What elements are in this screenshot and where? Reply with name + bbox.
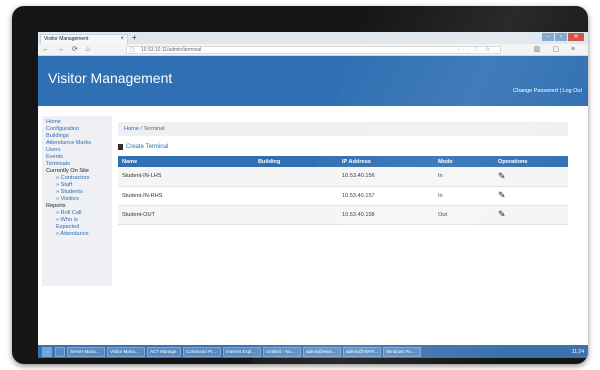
app-header: Visitor Management Change Password | Log… <box>38 56 588 106</box>
new-tab-button[interactable]: + <box>132 33 137 42</box>
sidebar-item-contractors[interactable]: » Contractors <box>46 175 108 182</box>
sidebar-item-configuration[interactable]: Configuration <box>46 126 108 133</box>
column-header-mode[interactable]: Mode <box>434 156 494 167</box>
document-icon <box>118 144 123 150</box>
edit-pencil-icon[interactable]: ✎ <box>498 209 506 219</box>
header-links: Change Password | Log Out <box>513 88 582 94</box>
taskbar-item[interactable]: admin@VM-R... <box>343 346 381 357</box>
cell-building <box>254 167 338 187</box>
sidebar-item-roll-call[interactable]: » Roll Call <box>46 210 108 217</box>
cell-ip: 10.53.40.156 <box>338 167 434 187</box>
sidebar: Home Configuration Buildings Attendance … <box>42 116 112 286</box>
app-title: Visitor Management <box>48 70 173 86</box>
breadcrumb-current: Terminal <box>143 126 165 132</box>
sidebar-item-events[interactable]: Events <box>46 154 108 161</box>
table-row: Student-IN-LHS 10.53.40.156 In ✎ <box>118 167 568 187</box>
change-password-link[interactable]: Change Password <box>513 88 558 94</box>
cell-mode: In <box>434 186 494 206</box>
cell-building <box>254 186 338 206</box>
tab-title: Visitor Management <box>44 36 89 42</box>
column-header-building[interactable]: Building <box>254 156 338 167</box>
address-actions-icon[interactable]: ··· ♡ ☆ <box>458 46 492 53</box>
tablet-device: Visitor Management × + – ▫ ✕ ← → ⟳ ⌂ ▢ 1… <box>12 6 588 364</box>
minimize-button[interactable]: – <box>542 33 554 41</box>
sidebar-item-terminals[interactable]: Terminals <box>46 161 108 168</box>
column-header-name[interactable]: Name <box>118 156 254 167</box>
sidebar-item-home[interactable]: Home <box>46 119 108 126</box>
sidebar-item-students[interactable]: » Students <box>46 189 108 196</box>
cell-ip: 10.53.40.158 <box>338 205 434 225</box>
column-header-operations: Operations <box>494 156 568 167</box>
taskbar-item[interactable]: ACT Manage <box>147 346 181 357</box>
cell-building <box>254 205 338 225</box>
column-header-ip[interactable]: IP Address <box>338 156 434 167</box>
header-link-separator: | <box>559 88 561 94</box>
taskbar-item[interactable]: admin@vism... <box>303 346 341 357</box>
browser-tab[interactable]: Visitor Management × <box>40 34 128 44</box>
maximize-button[interactable]: ▫ <box>555 33 567 41</box>
edit-pencil-icon[interactable]: ✎ <box>498 190 506 200</box>
taskbar-item[interactable]: Command Pr... <box>183 346 221 357</box>
screen: Visitor Management × + – ▫ ✕ ← → ⟳ ⌂ ▢ 1… <box>38 32 588 358</box>
taskbar-item[interactable]: Untitled - No... <box>263 346 301 357</box>
breadcrumb: Home / Terminal <box>118 122 568 136</box>
create-terminal-label: Create Terminal <box>126 144 169 150</box>
cell-name: Student-IN-RHS <box>118 186 254 206</box>
close-window-button[interactable]: ✕ <box>568 33 584 41</box>
sidebar-item-attendance[interactable]: » Attendance <box>46 231 108 238</box>
cell-name: Student-OUT <box>118 205 254 225</box>
sidebar-item-attendance-marks[interactable]: Attendance Marks <box>46 140 108 147</box>
page-icon: ▢ <box>130 47 135 53</box>
tab-close-icon[interactable]: × <box>120 35 124 44</box>
table-row: Student-OUT 10.53.40.158 Out ✎ <box>118 205 568 225</box>
cell-ip: 10.53.40.157 <box>338 186 434 206</box>
table-header-row: Name Building IP Address Mode Operations <box>118 156 568 167</box>
taskbar-item[interactable]: Windows Po... <box>383 346 421 357</box>
sidebar-item-visitors[interactable]: » Visitors <box>46 196 108 203</box>
taskbar: Server Mana... Visitor Mana... ACT Manag… <box>38 345 588 358</box>
taskbar-item[interactable]: Server Mana... <box>67 346 105 357</box>
cell-mode: Out <box>434 205 494 225</box>
cell-operations: ✎ <box>494 186 568 206</box>
terminals-table: Name Building IP Address Mode Operations… <box>118 156 568 225</box>
sidebar-heading-reports: Reports <box>46 203 66 209</box>
taskbar-quicklaunch-icon[interactable] <box>55 346 65 357</box>
windows-start-icon[interactable] <box>42 346 52 357</box>
sidebar-item-buildings[interactable]: Buildings <box>46 133 108 140</box>
taskbar-item[interactable]: Visitor Mana... <box>107 346 145 357</box>
browser-tabstrip: Visitor Management × + – ▫ ✕ <box>38 32 588 44</box>
url-text: 10.53.10.11/admin/terminal <box>141 47 202 53</box>
taskbar-clock[interactable]: 11:24 <box>572 349 584 355</box>
cell-operations: ✎ <box>494 167 568 187</box>
url-field[interactable]: ▢ 10.53.10.11/admin/terminal <box>126 46 501 54</box>
cell-name: Student-IN-LHS <box>118 167 254 187</box>
toolbar-icons[interactable]: ▥ ▢ ≡ <box>534 45 580 53</box>
sidebar-item-staff[interactable]: » Staff <box>46 182 108 189</box>
create-terminal-button[interactable]: Create Terminal <box>118 144 168 150</box>
logout-link[interactable]: Log Out <box>562 88 582 94</box>
cell-mode: In <box>434 167 494 187</box>
sidebar-item-users[interactable]: Users <box>46 147 108 154</box>
table-row: Student-IN-RHS 10.53.40.157 In ✎ <box>118 186 568 206</box>
nav-icons[interactable]: ← → ⟳ ⌂ <box>42 45 93 53</box>
window-controls: – ▫ ✕ <box>542 33 584 41</box>
cell-operations: ✎ <box>494 205 568 225</box>
address-bar: ← → ⟳ ⌂ ▢ 10.53.10.11/admin/terminal ···… <box>38 44 588 56</box>
edit-pencil-icon[interactable]: ✎ <box>498 171 506 181</box>
breadcrumb-home[interactable]: Home <box>124 126 139 132</box>
breadcrumb-separator: / <box>140 126 143 132</box>
sidebar-item-who-is-expected[interactable]: » Who is Expected <box>46 217 86 231</box>
sidebar-heading-on-site: Currently On Site <box>46 168 89 174</box>
taskbar-item[interactable]: Internet Expl... <box>223 346 261 357</box>
